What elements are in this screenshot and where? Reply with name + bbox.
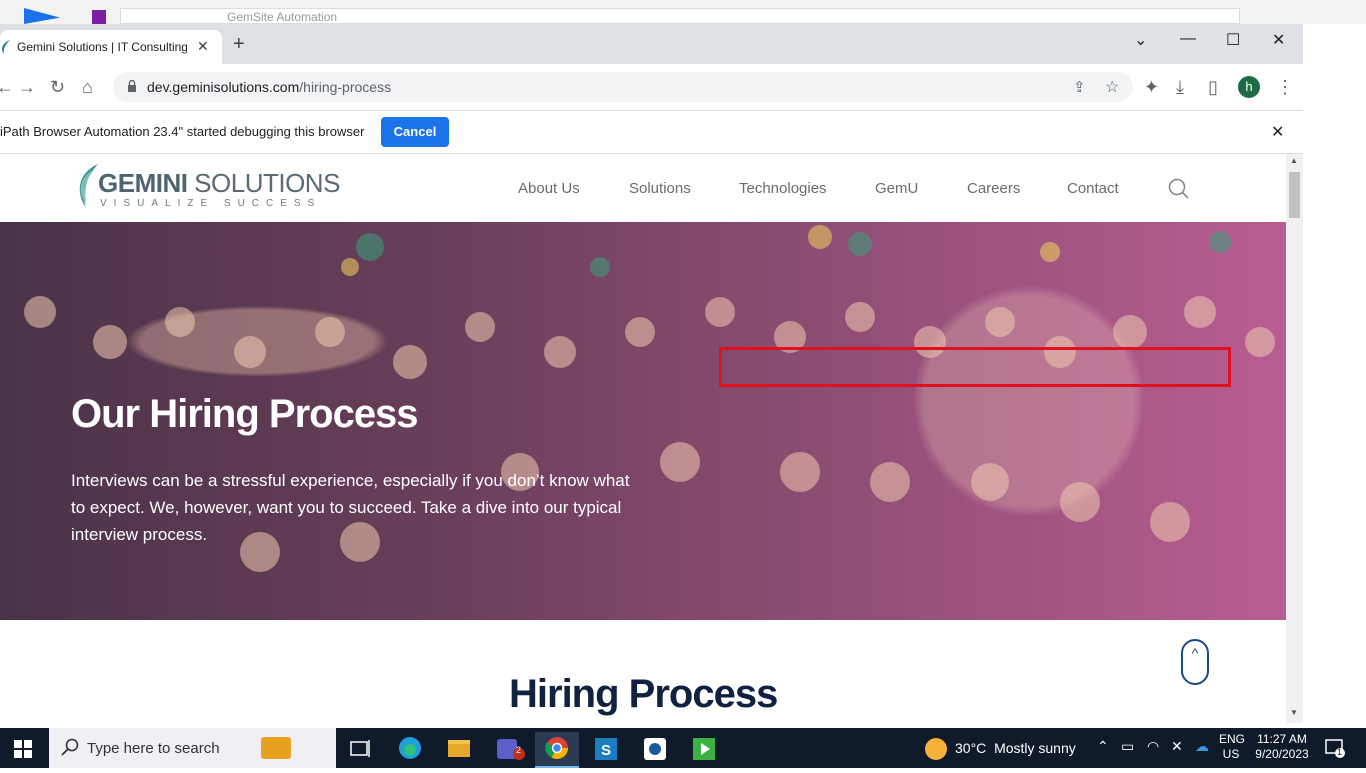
url-path: /hiring-process [299,79,392,95]
logo-text-gemini: GEMINI [98,168,188,198]
uipath-assistant-icon[interactable] [633,732,677,768]
hero-banner: Our Hiring Process Interviews can be a s… [0,222,1286,620]
hero-description: Interviews can be a stressful experience… [71,471,630,544]
clock-date: 9/20/2023 [1255,747,1309,761]
tab-title: Gemini Solutions | IT Consulting [17,40,187,54]
media-player-icon[interactable] [682,732,726,768]
onedrive-cloud-icon[interactable]: ☁ [1195,738,1209,755]
nav-contact[interactable]: Contact [1067,180,1119,197]
site-header: GEMINI SOLUTIONS VISUALIZE SUCCESS About… [0,154,1286,222]
downloads-icon[interactable]: ⤓ [1176,77,1184,98]
cancel-debugging-button[interactable]: Cancel [381,117,449,147]
teams-badge: 2 [516,745,522,755]
weather-widget[interactable]: 30°C Mostly sunny [955,740,1076,756]
bookmark-star-icon[interactable]: ☆ [1105,77,1119,97]
maximize-button[interactable]: ☐ [1226,30,1240,50]
background-app-icon [24,8,60,24]
scroll-up-arrow-icon[interactable]: ▲ [1290,156,1298,165]
nav-gemu[interactable]: GemU [875,180,918,197]
web-page: GEMINI SOLUTIONS VISUALIZE SUCCESS About… [0,154,1286,723]
speaker-muted-icon[interactable]: ✕ [1171,738,1183,755]
taskbar-search-box[interactable]: Type here to search [49,728,336,768]
search-icon [61,738,79,756]
tab-active[interactable]: Gemini Solutions | IT Consulting ✕ [0,30,222,64]
system-tray: ⌃ ▭ ◠ ✕ ☁ [1097,738,1217,758]
scroll-to-top-button[interactable]: ^ [1181,639,1209,685]
gemini-solutions-logo[interactable]: GEMINI SOLUTIONS VISUALIZE SUCCESS [72,162,340,212]
notification-count: 1 [1337,747,1343,757]
weather-temp: 30°C [955,740,987,756]
svg-text:S: S [601,742,611,759]
leaf-logo-icon [79,164,98,208]
url-text[interactable]: dev.geminisolutions.com/hiring-process [147,79,391,95]
home-icon[interactable]: ⌂ [82,77,93,98]
briefcase-icon [261,737,291,759]
tab-close-icon[interactable]: ✕ [197,38,209,55]
language-indicator[interactable]: ENG US [1219,732,1246,762]
studio-s-icon[interactable]: S [584,732,628,768]
share-icon[interactable]: ⇪ [1073,78,1086,96]
tab-search-chevron-icon[interactable]: ⌄ [1134,30,1147,50]
hero-title: Our Hiring Process [71,392,419,436]
background-window: GemSite Automation [0,0,1366,24]
edge-browser-icon[interactable] [388,732,432,768]
browser-toolbar: ← → ↻ ⌂ dev.geminisolutions.com/hiring-p… [0,64,1303,110]
clock[interactable]: 11:27 AM 9/20/2023 [1252,732,1312,762]
extensions-puzzle-icon[interactable]: ✦ [1144,77,1159,98]
task-view-icon[interactable] [338,732,382,768]
notification-center-icon[interactable]: 1 [1325,738,1345,758]
logo-text-solutions: SOLUTIONS [187,168,340,198]
teams-icon[interactable]: 2 [486,732,530,768]
chrome-icon[interactable] [535,732,579,768]
profile-avatar[interactable]: h [1238,76,1260,98]
back-arrow-icon[interactable]: ← [0,77,14,98]
nav-careers[interactable]: Careers [967,180,1020,197]
minimize-button[interactable]: — [1180,30,1196,48]
tray-chevron-up-icon[interactable]: ⌃ [1097,738,1109,755]
nav-technologies[interactable]: Technologies [739,180,827,197]
scroll-down-arrow-icon[interactable]: ▼ [1290,708,1298,717]
infobar-message: iPath Browser Automation 23.4" started d… [0,124,365,139]
menu-kebab-icon[interactable]: ⋮ [1276,77,1294,98]
element-highlight-box [719,347,1231,387]
close-window-button[interactable]: ✕ [1272,30,1285,50]
clock-time: 11:27 AM [1257,732,1307,746]
nav-about-us[interactable]: About Us [518,180,580,197]
weather-sun-icon[interactable] [925,738,947,760]
page-scrollbar[interactable]: ▲ ▼ [1286,154,1303,723]
section-title: Hiring Process [509,672,778,716]
background-window-title: GemSite Automation [120,8,1240,24]
lock-icon [128,80,136,92]
reload-icon[interactable]: ↻ [50,77,65,98]
side-panel-icon[interactable]: ▯ [1208,77,1218,98]
logo-tagline: VISUALIZE SUCCESS [100,198,322,209]
language-line1: ENG [1219,732,1246,746]
search-icon[interactable] [1168,178,1190,200]
file-explorer-icon[interactable] [437,732,481,768]
windows-start-icon[interactable] [14,740,32,758]
address-bar[interactable]: dev.geminisolutions.com/hiring-process ⇪… [113,72,1133,102]
nav-solutions[interactable]: Solutions [629,180,691,197]
new-tab-button[interactable]: + [233,34,245,54]
windows-taskbar: Type here to search 2 S 30°C Mostly sunn… [0,728,1366,768]
url-domain: dev.geminisolutions.com [147,79,300,95]
tab-strip: Gemini Solutions | IT Consulting ✕ + ⌄ —… [0,24,1303,64]
search-placeholder: Type here to search [87,740,220,757]
weather-condition: Mostly sunny [994,740,1076,756]
wifi-icon[interactable]: ◠ [1147,738,1159,755]
forward-arrow-icon[interactable]: → [18,77,36,98]
language-line2: US [1222,747,1240,761]
scrollbar-thumb[interactable] [1289,172,1300,218]
gemini-favicon-icon [2,40,10,54]
battery-icon[interactable]: ▭ [1121,738,1134,755]
infobar-close-icon[interactable]: ✕ [1271,122,1284,142]
debugging-infobar: iPath Browser Automation 23.4" started d… [0,110,1303,154]
